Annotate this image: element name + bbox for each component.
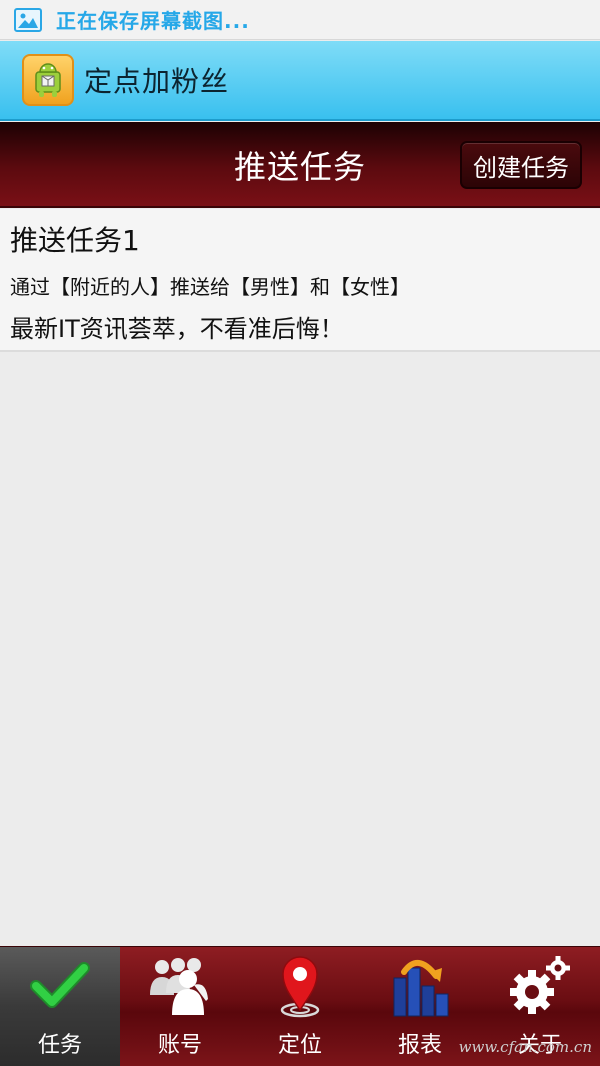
nav-label: 任务 — [37, 1033, 82, 1058]
task-name: 推送任务1 — [10, 224, 140, 257]
android-box-icon[interactable] — [22, 54, 74, 106]
nav-label: 定位 — [277, 1033, 322, 1058]
list-item[interactable]: 推送任务1 通过【附近的人】推送给【男性】和【女性】 最新IT资讯荟萃，不看准后… — [0, 209, 600, 352]
checkmark-icon — [25, 953, 95, 1019]
watermark: www.cfan.com.cn — [458, 1038, 592, 1056]
create-task-button[interactable]: 创建任务 — [460, 141, 582, 189]
bar-chart-icon — [385, 953, 455, 1019]
app-title: 定点加粉丝 — [84, 65, 230, 98]
page-header: 推送任务 创建任务 — [0, 122, 600, 208]
location-pin-icon — [265, 953, 335, 1019]
people-icon — [145, 953, 215, 1019]
nav-item-tasks[interactable]: 任务 — [0, 947, 120, 1066]
gears-icon — [505, 953, 575, 1019]
nav-item-location[interactable]: 定位 — [240, 947, 360, 1066]
task-message: 最新IT资讯荟萃，不看准后悔！ — [10, 315, 344, 343]
nav-label: 报表 — [397, 1033, 442, 1058]
status-bar: 正在保存屏幕截图... — [0, 0, 600, 40]
task-list: 推送任务1 通过【附近的人】推送给【男性】和【女性】 最新IT资讯荟萃，不看准后… — [0, 209, 600, 352]
nav-item-accounts[interactable]: 账号 — [120, 947, 240, 1066]
app-title-bar: 定点加粉丝 — [0, 41, 600, 121]
image-icon — [14, 7, 42, 32]
nav-label: 账号 — [157, 1033, 202, 1058]
status-text: 正在保存屏幕截图... — [56, 9, 250, 33]
task-description: 通过【附近的人】推送给【男性】和【女性】 — [10, 275, 410, 299]
